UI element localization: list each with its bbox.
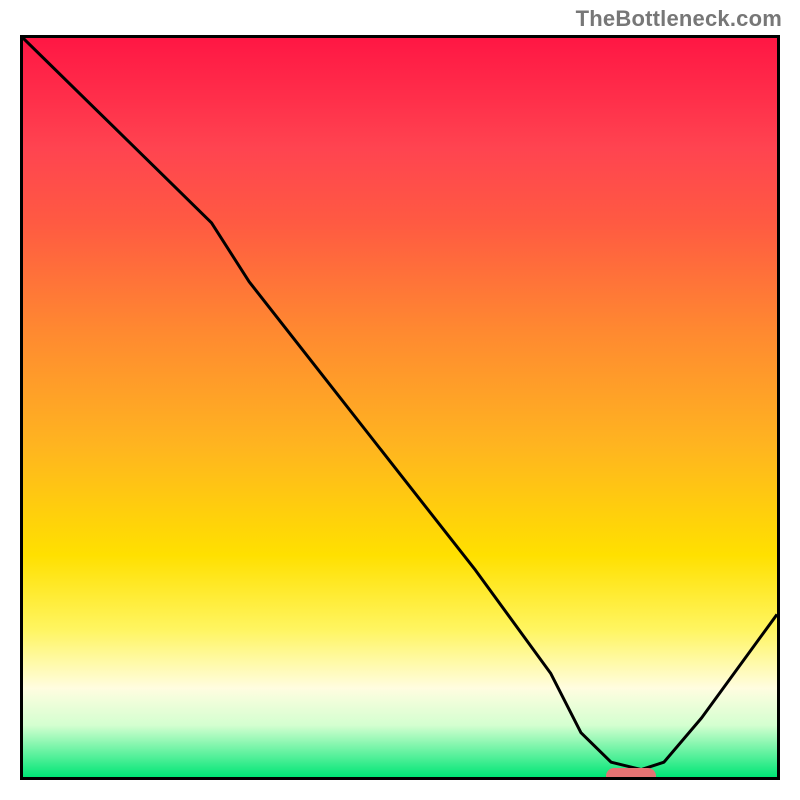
curve-path — [23, 38, 777, 770]
bottleneck-curve — [23, 38, 777, 777]
optimal-marker — [606, 768, 656, 781]
chart-frame: TheBottleneck.com — [0, 0, 800, 800]
watermark-text: TheBottleneck.com — [576, 6, 782, 32]
plot-area — [20, 35, 780, 780]
